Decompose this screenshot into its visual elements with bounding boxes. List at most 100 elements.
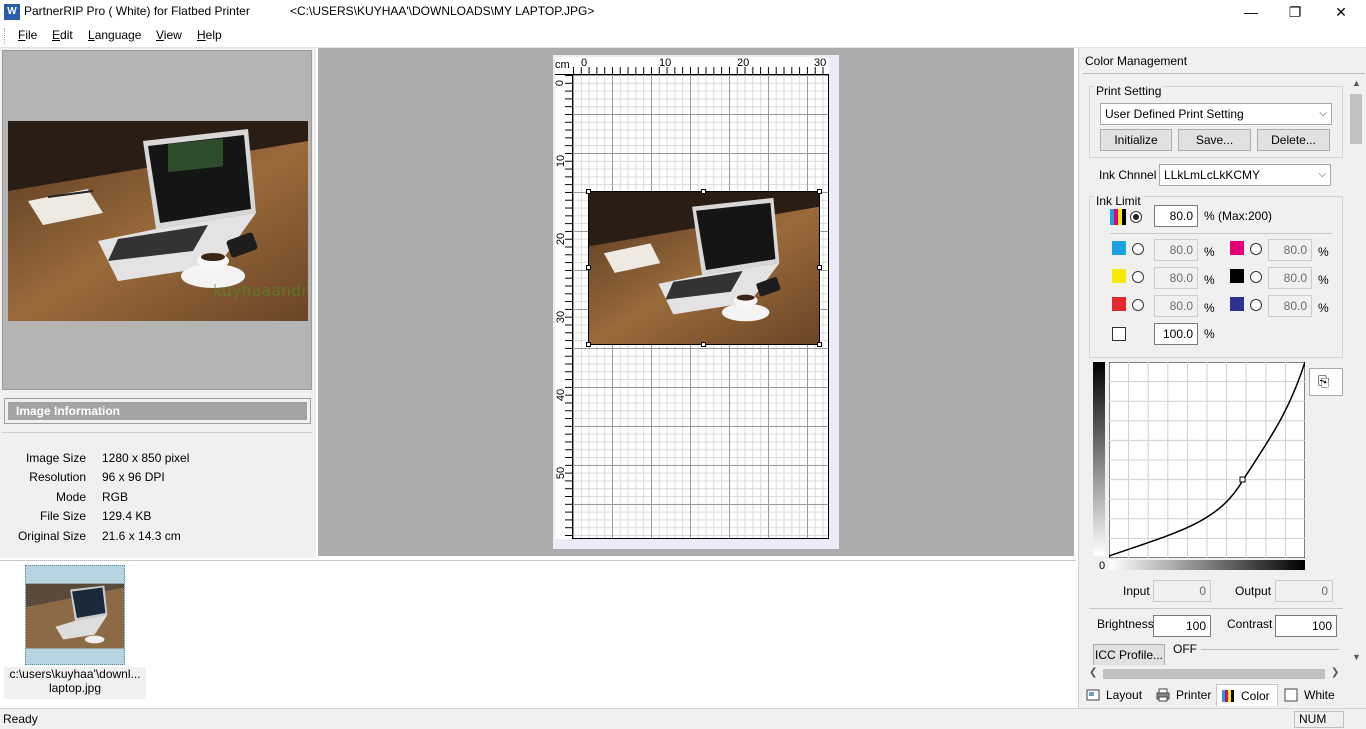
percent-label: % (1318, 301, 1329, 315)
yellow-radio[interactable] (1132, 271, 1144, 283)
info-label-filesize: File Size (39, 509, 86, 523)
blue-limit-input[interactable]: 80.0 (1268, 295, 1312, 317)
info-value-filesize: 129.4 KB (102, 509, 152, 523)
blue-radio[interactable] (1250, 299, 1262, 311)
menu-view[interactable]: View (156, 28, 182, 42)
tab-label: Printer (1176, 688, 1212, 702)
resize-handle[interactable] (701, 189, 706, 194)
info-value-size: 1280 x 850 pixel (102, 451, 190, 465)
close-button[interactable]: ✕ (1318, 0, 1364, 24)
percent-label: % (1204, 273, 1215, 287)
output-value[interactable]: 0 (1275, 580, 1333, 602)
divider (1089, 608, 1343, 609)
total-limit-input[interactable]: 80.0 (1154, 205, 1198, 227)
resize-handle[interactable] (817, 189, 822, 194)
scroll-left-icon[interactable]: ❮ (1089, 667, 1097, 678)
menu-file[interactable]: File (18, 28, 37, 42)
scroll-up-icon[interactable]: ▲ (1352, 78, 1361, 88)
scrollbar-thumb[interactable] (1103, 669, 1325, 679)
tab-printer[interactable]: Printer (1152, 684, 1216, 706)
red-radio[interactable] (1132, 299, 1144, 311)
percent-label: % (1204, 245, 1215, 259)
resize-handle[interactable] (817, 265, 822, 270)
brightness-input[interactable]: 100 (1153, 615, 1211, 637)
maximize-button[interactable]: ❐ (1272, 0, 1318, 24)
thumbnail-strip: c:\users\kuyhaa'\downl... laptop.jpg (0, 560, 1076, 708)
scroll-right-icon[interactable]: ❯ (1331, 667, 1339, 678)
horizontal-scrollbar[interactable]: ❮ ❯ (1087, 665, 1343, 682)
black-radio[interactable] (1250, 271, 1262, 283)
ink-channel-select[interactable]: LLkLmLcLkKCMY ⌵ (1159, 164, 1331, 186)
tab-layout[interactable]: Layout (1082, 684, 1150, 706)
cyan-limit-input[interactable]: 80.0 (1154, 239, 1198, 261)
section-title: Image Information (8, 402, 307, 420)
info-label-resolution: Resolution (29, 470, 86, 484)
divider (1083, 73, 1365, 74)
info-value-mode: RGB (102, 490, 129, 504)
print-setting-group: Print Setting User Defined Print Setting… (1089, 84, 1343, 158)
resize-handle[interactable] (586, 265, 591, 270)
thumbnail-caption-line1: c:\users\kuyhaa'\downl... (9, 667, 141, 681)
panel-scroll-content: Print Setting User Defined Print Setting… (1085, 76, 1347, 680)
black-limit-input[interactable]: 80.0 (1268, 267, 1312, 289)
resize-handle[interactable] (817, 342, 822, 347)
tone-curve-graph[interactable] (1109, 362, 1305, 558)
canvas-area[interactable]: cm 0 10 20 30 0 10 20 30 40 50 (318, 48, 1074, 556)
resize-handle[interactable] (586, 189, 591, 194)
white-limit-input[interactable]: 100.0 (1154, 323, 1198, 345)
minimize-button[interactable]: — (1228, 0, 1274, 24)
thumbnail-item[interactable]: c:\users\kuyhaa'\downl... laptop.jpg (4, 563, 146, 699)
thumbnail-image[interactable] (25, 565, 125, 665)
watermark-text: kuyhaaandroid19 (213, 281, 308, 300)
magenta-radio[interactable] (1250, 243, 1262, 255)
contrast-input[interactable]: 100 (1275, 615, 1337, 637)
scrollbar-thumb[interactable] (1350, 94, 1362, 144)
app-icon[interactable]: W (4, 4, 20, 20)
white-swatch (1112, 327, 1126, 341)
magenta-limit-input[interactable]: 80.0 (1268, 239, 1312, 261)
curve-copy-button[interactable]: ⎘ (1309, 368, 1343, 396)
ink-channel-label: Ink Chnnel (1099, 168, 1157, 182)
delete-button[interactable]: Delete... (1257, 129, 1330, 151)
resize-handle[interactable] (701, 342, 706, 347)
title-bar: W PartnerRIP Pro ( White) for Flatbed Pr… (0, 0, 1366, 24)
divider (1110, 233, 1332, 234)
print-setting-label: Print Setting (1094, 84, 1164, 98)
color-management-panel: Color Management Print Setting User Defi… (1078, 48, 1366, 708)
thumbnail-caption: c:\users\kuyhaa'\downl... laptop.jpg (4, 667, 146, 699)
input-value[interactable]: 0 (1153, 580, 1211, 602)
contrast-label: Contrast (1227, 617, 1273, 631)
menu-edit[interactable]: Edit (52, 28, 73, 42)
output-gradient (1093, 362, 1105, 556)
resize-handle[interactable] (586, 342, 591, 347)
brightness-label: Brightness (1097, 617, 1154, 631)
tab-white[interactable]: White (1280, 684, 1342, 706)
yellow-swatch (1112, 269, 1126, 283)
menu-grip (4, 28, 6, 44)
menu-bar: File Edit Language View Help (0, 24, 1366, 48)
vertical-scrollbar[interactable]: ▲ ▼ (1347, 76, 1365, 668)
menu-language[interactable]: Language (88, 28, 141, 42)
ink-limit-group: Ink Limit 80.0 % (Max:200) 80.0 % 80.0 %… (1089, 194, 1343, 358)
icc-profile-button[interactable]: ICC Profile... (1093, 644, 1165, 666)
ink-limit-label: Ink Limit (1094, 194, 1143, 208)
cyan-radio[interactable] (1132, 243, 1144, 255)
print-setting-select[interactable]: User Defined Print Setting ⌵ (1100, 103, 1332, 125)
initialize-button[interactable]: Initialize (1100, 129, 1172, 151)
input-gradient (1109, 560, 1305, 570)
laptop-preview-image: kuyhaaandroid19 (8, 121, 308, 321)
placed-image[interactable] (588, 191, 820, 345)
left-panel: kuyhaaandroid19 Image Information Image … (0, 48, 316, 558)
total-limit-suffix: % (Max:200) (1204, 209, 1273, 223)
magenta-swatch (1230, 241, 1244, 255)
red-limit-input[interactable]: 80.0 (1154, 295, 1198, 317)
tab-color[interactable]: Color (1216, 684, 1278, 706)
icc-status: OFF (1169, 642, 1201, 656)
scroll-down-icon[interactable]: ▼ (1352, 652, 1361, 662)
total-limit-radio[interactable] (1130, 211, 1142, 223)
ruler-vertical: 0 10 20 30 40 50 (554, 75, 573, 539)
menu-help[interactable]: Help (197, 28, 222, 42)
yellow-limit-input[interactable]: 80.0 (1154, 267, 1198, 289)
ruler-x-marks (573, 67, 829, 75)
save-button[interactable]: Save... (1178, 129, 1251, 151)
